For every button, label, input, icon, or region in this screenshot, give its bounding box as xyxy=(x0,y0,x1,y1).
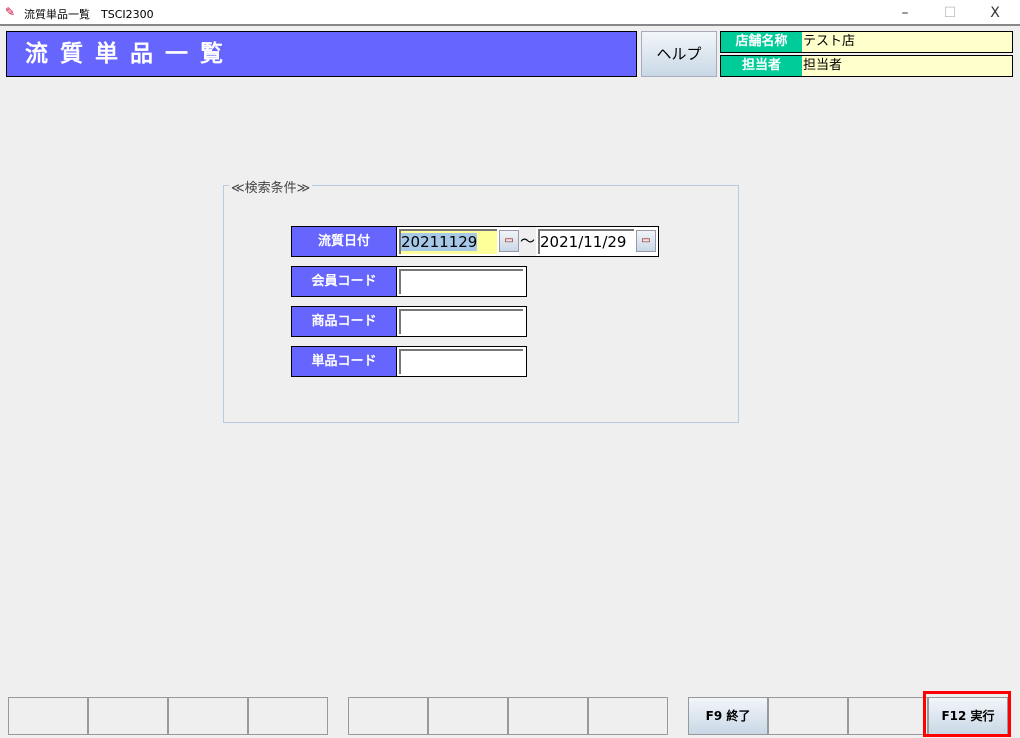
help-button[interactable]: ヘルプ xyxy=(641,31,717,77)
fkey-f4[interactable] xyxy=(248,697,328,735)
page-title: 流質単品一覧 xyxy=(6,31,637,77)
app-icon: ✎ xyxy=(5,5,16,19)
store-info: 店舗名称 テスト店 xyxy=(720,31,1013,53)
date-label: 流質日付 xyxy=(292,227,397,256)
fkey-f3[interactable] xyxy=(168,697,248,735)
item-code-label: 単品コード xyxy=(292,347,397,376)
date-separator: ～ xyxy=(519,227,537,256)
minimize-button[interactable]: – xyxy=(890,3,920,23)
search-conditions-panel xyxy=(223,185,739,423)
title-bar: ✎ 流質単品一覧 TSCI2300 – ☐ X xyxy=(0,0,1020,26)
date-from-value: 20211129 xyxy=(401,233,478,251)
item-code-row: 単品コード xyxy=(291,346,527,377)
window-title: 流質単品一覧 TSCI2300 xyxy=(24,8,154,21)
product-code-input[interactable] xyxy=(399,309,523,334)
exit-button[interactable]: F9 終了 xyxy=(688,697,768,735)
item-code-input[interactable] xyxy=(399,349,523,374)
fkey-f10[interactable] xyxy=(768,697,848,735)
fkey-f5[interactable] xyxy=(348,697,428,735)
fkey-f8[interactable] xyxy=(588,697,668,735)
fkey-f7[interactable] xyxy=(508,697,588,735)
store-label: 店舗名称 xyxy=(721,32,802,52)
fkey-f2[interactable] xyxy=(88,697,168,735)
close-button[interactable]: X xyxy=(980,3,1010,23)
staff-value: 担当者 xyxy=(803,58,843,73)
maximize-button[interactable]: ☐ xyxy=(935,3,965,23)
staff-info: 担当者 担当者 xyxy=(720,55,1013,77)
member-code-input[interactable] xyxy=(399,269,523,294)
date-row: 流質日付 20211129 ▭ ～ 2021/11/29 ▭ xyxy=(291,226,659,257)
member-code-label: 会員コード xyxy=(292,267,397,296)
calendar-to-icon[interactable]: ▭ xyxy=(636,230,657,252)
product-code-label: 商品コード xyxy=(292,307,397,336)
highlight-box xyxy=(923,691,1011,737)
product-code-row: 商品コード xyxy=(291,306,527,337)
date-from-input[interactable]: 20211129 xyxy=(399,229,497,254)
member-code-row: 会員コード xyxy=(291,266,527,297)
search-conditions-legend: ≪検索条件≫ xyxy=(229,177,313,196)
fkey-f6[interactable] xyxy=(428,697,508,735)
fkey-f1[interactable] xyxy=(8,697,88,735)
date-to-input[interactable]: 2021/11/29 xyxy=(538,229,635,254)
fkey-f11[interactable] xyxy=(848,697,928,735)
staff-label: 担当者 xyxy=(721,56,802,76)
store-value: テスト店 xyxy=(803,34,856,49)
calendar-from-icon[interactable]: ▭ xyxy=(499,230,519,252)
